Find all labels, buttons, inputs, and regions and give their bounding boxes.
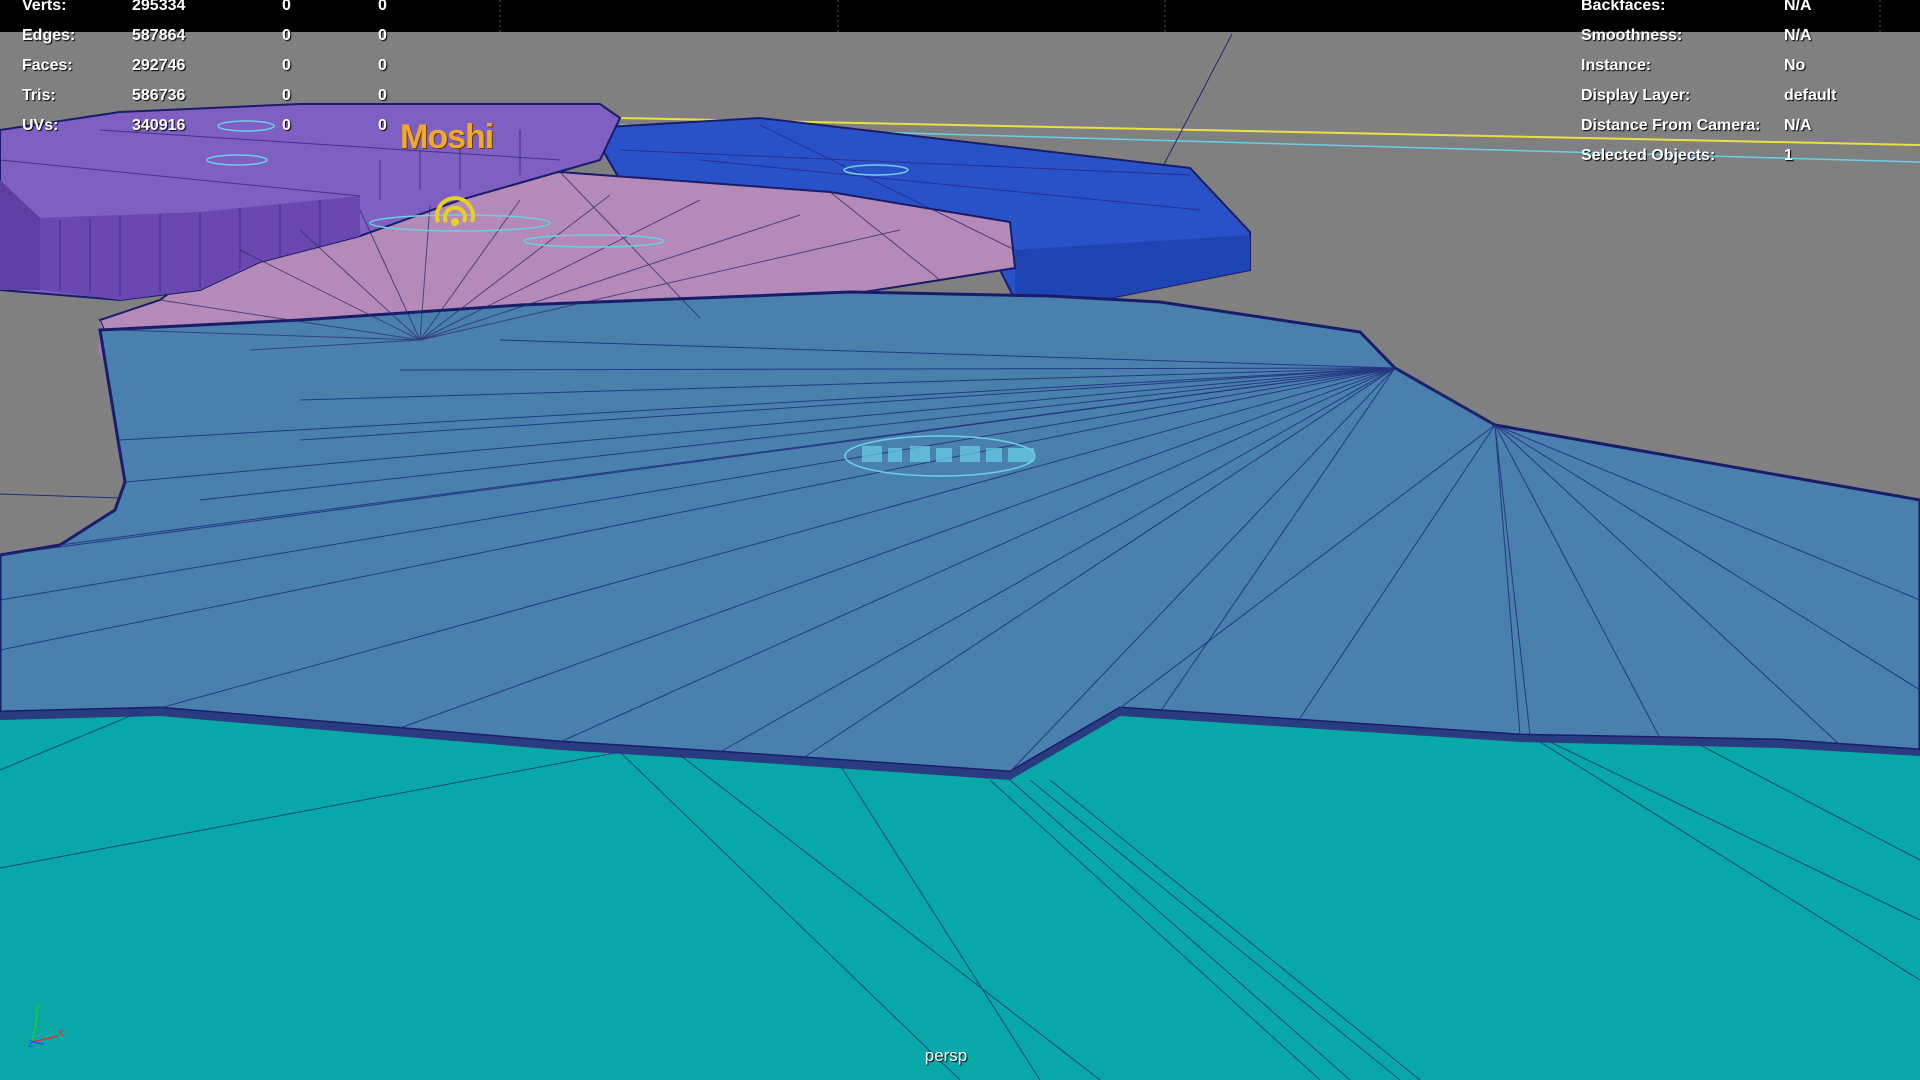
hud-value: 0: [282, 27, 291, 44]
hud-label: UVs:: [22, 117, 59, 134]
camera-name-label: persp: [924, 1046, 968, 1065]
hud-value: 0: [378, 87, 387, 104]
hud-value: 0: [282, 117, 291, 134]
hud-label: Edges:: [22, 27, 76, 44]
guide-line: [1159, 33, 1233, 173]
guide-line-left: [0, 493, 121, 499]
hud-value: 587864: [132, 27, 186, 44]
hud-label: Backfaces:: [1581, 0, 1666, 14]
region-main-land: [0, 290, 1920, 774]
hud-value: 0: [378, 117, 387, 134]
maya-perspective-viewport[interactable]: y x z Moshi Verts: 295334 0 0 Edges: 587…: [0, 0, 1920, 1080]
hud-label: Selected Objects:: [1581, 147, 1716, 164]
hud-value: 0: [282, 0, 291, 14]
hud-value: default: [1784, 87, 1837, 104]
hud-label: Verts:: [22, 0, 67, 14]
hud-value: N/A: [1784, 0, 1812, 14]
hud-label: Display Layer:: [1581, 87, 1691, 104]
hud-label: Faces:: [22, 57, 73, 74]
hud-label: Distance From Camera:: [1581, 117, 1761, 134]
hud-label: Smoothness:: [1581, 27, 1683, 44]
hud-value: 1: [1784, 147, 1793, 164]
hud-value: 0: [378, 57, 387, 74]
hud-value: 0: [378, 27, 387, 44]
hud-value: N/A: [1784, 117, 1812, 134]
hud-value: No: [1784, 57, 1806, 74]
hud-value: 586736: [132, 87, 186, 104]
hud-value: N/A: [1784, 27, 1812, 44]
hud-value: 340916: [132, 117, 186, 134]
hud-value: 295334: [132, 0, 186, 14]
hud-label: Instance:: [1581, 57, 1652, 74]
axis-label-y: y: [34, 1000, 40, 1014]
axis-label-x: x: [58, 1025, 64, 1039]
hud-value: 0: [282, 57, 291, 74]
hud-value: 292746: [132, 57, 186, 74]
hud-label: Tris:: [22, 87, 56, 104]
hud-value: 0: [282, 87, 291, 104]
place-label-moshi: Moshi: [400, 118, 494, 156]
hud-value: 0: [378, 0, 387, 14]
